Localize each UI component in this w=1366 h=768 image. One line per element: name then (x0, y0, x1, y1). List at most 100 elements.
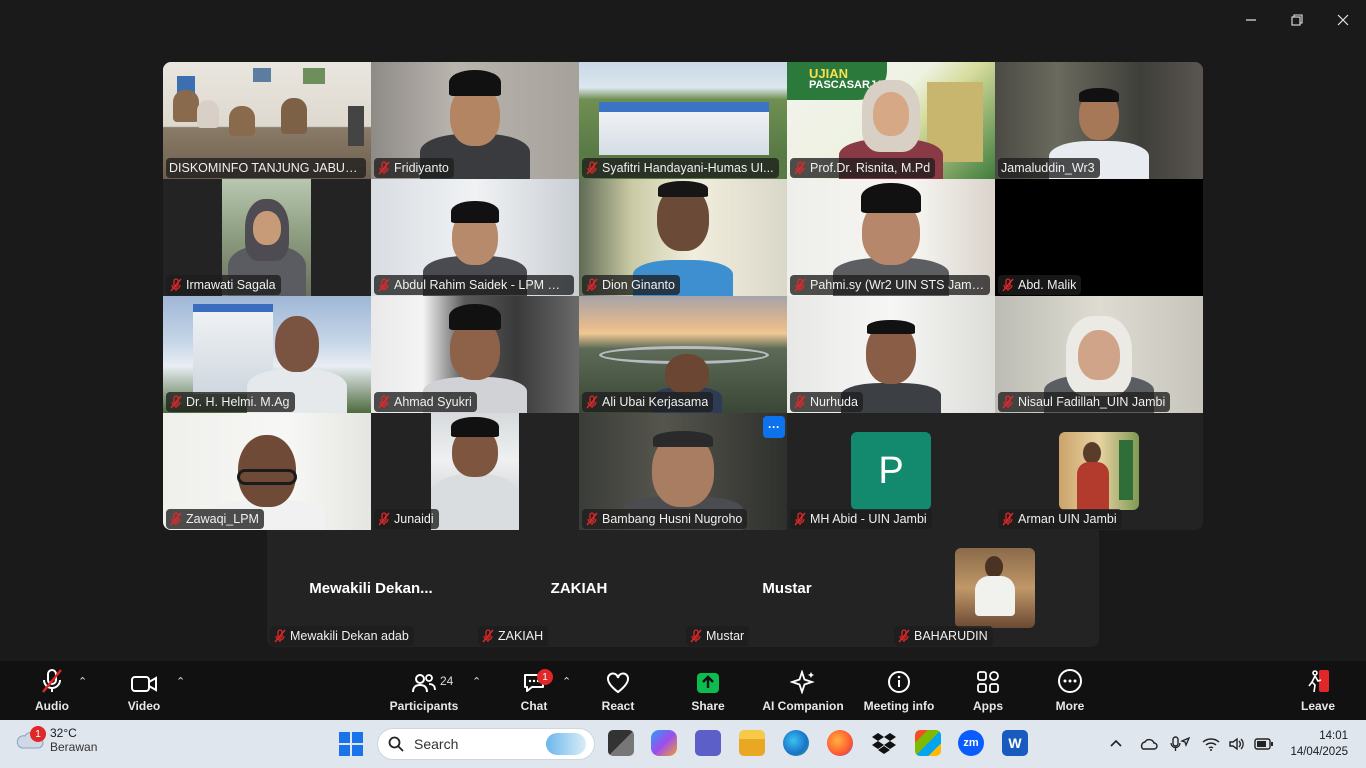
mic-muted-icon (794, 512, 806, 526)
video-tile[interactable]: Junaidi (371, 413, 579, 530)
video-options-caret[interactable]: ⌃ (176, 675, 185, 688)
wifi-icon[interactable] (1202, 736, 1220, 752)
share-button[interactable]: Share (686, 661, 730, 720)
avatar: P (851, 432, 931, 510)
participants-button[interactable]: Participants (388, 661, 460, 720)
dropbox-icon[interactable] (871, 730, 897, 756)
participant-strip: Mewakili Dekan... Mewakili Dekan adab ZA… (267, 530, 1099, 647)
participant-name-tag: Prof.Dr. Risnita, M.Pd (790, 158, 936, 178)
mic-muted-icon (170, 512, 182, 526)
audio-button[interactable]: Audio (30, 661, 74, 720)
mic-muted-icon (1002, 512, 1014, 526)
video-tile[interactable]: BAHARUDIN (891, 530, 1099, 647)
share-screen-icon (697, 673, 719, 693)
participants-options-caret[interactable]: ⌃ (472, 675, 481, 688)
file-explorer-icon[interactable] (739, 730, 765, 756)
firefox-icon[interactable] (827, 730, 853, 756)
chat-unread-badge: 1 (537, 669, 553, 685)
video-gallery: DISKOMINFO TANJUNG JABUNG... Fridiyanto … (163, 62, 1203, 530)
video-tile[interactable]: UJIAN PASCASARJANA Prof.Dr. Risnita, M.P… (787, 62, 995, 179)
video-tile[interactable]: Ali Ubai Kerjasama (579, 296, 787, 413)
participant-name-tag: Fridiyanto (374, 158, 454, 178)
teams-icon[interactable] (695, 730, 721, 756)
edge-browser-icon[interactable] (783, 730, 809, 756)
video-tile[interactable]: DISKOMINFO TANJUNG JABUNG... (163, 62, 371, 179)
participants-label: Participants (389, 699, 459, 713)
restore-button[interactable] (1274, 0, 1320, 40)
participant-display-name: ZAKIAH (550, 580, 608, 597)
video-tile[interactable]: Zawaqi_LPM (163, 413, 371, 530)
video-tile[interactable]: Dion Ginanto (579, 179, 787, 296)
ai-companion-button[interactable]: AI Companion (758, 661, 848, 720)
react-button[interactable]: React (596, 661, 640, 720)
leave-button[interactable]: Leave (1296, 661, 1340, 720)
video-tile[interactable]: Mustar Mustar (683, 530, 891, 647)
mic-muted-icon (378, 395, 390, 409)
close-button[interactable] (1320, 0, 1366, 40)
taskbar-search[interactable]: Search (377, 728, 595, 760)
weather-widget[interactable]: 1 32°C Berawan (14, 726, 97, 754)
microsoft-store-icon[interactable] (915, 730, 941, 756)
volume-icon[interactable] (1228, 736, 1246, 752)
meeting-info-button[interactable]: Meeting info (860, 661, 938, 720)
video-tile[interactable]: ZAKIAH ZAKIAH (475, 530, 683, 647)
system-clock[interactable]: 14:01 14/04/2025 (1290, 728, 1348, 760)
onedrive-cloud-icon[interactable] (1138, 736, 1158, 752)
mic-muted-icon (1002, 395, 1014, 409)
video-tile[interactable]: Mewakili Dekan... Mewakili Dekan adab (267, 530, 475, 647)
participant-name-tag: Syafitri Handayani-Humas UI... (582, 158, 779, 178)
audio-label: Audio (35, 699, 69, 713)
participant-name-tag: BAHARUDIN (894, 626, 993, 646)
video-tile[interactable]: Syafitri Handayani-Humas UI... (579, 62, 787, 179)
search-highlight-icon (546, 733, 586, 755)
video-tile[interactable]: Jamaluddin_Wr3 (995, 62, 1203, 179)
participant-name-tag: Arman UIN Jambi (998, 509, 1122, 529)
more-options-button[interactable]: ··· (763, 416, 785, 438)
window-controls (1228, 0, 1366, 40)
more-dots-icon (1058, 669, 1082, 693)
mic-muted-icon (586, 161, 598, 175)
participant-display-name: Mustar (762, 580, 812, 597)
info-icon (888, 671, 910, 693)
video-tile[interactable]: ··· Bambang Husni Nugroho (579, 413, 787, 530)
participant-name-tag: Abd. Malik (998, 275, 1082, 295)
avatar (955, 548, 1035, 628)
participant-name-tag: Nisaul Fadillah_UIN Jambi (998, 392, 1171, 412)
minimize-button[interactable] (1228, 0, 1274, 40)
more-button[interactable]: More (1048, 661, 1092, 720)
video-tile[interactable]: Nurhuda (787, 296, 995, 413)
video-tile[interactable]: Fridiyanto (371, 62, 579, 179)
video-tile[interactable]: Irmawati Sagala (163, 179, 371, 296)
audio-options-caret[interactable]: ⌃ (78, 675, 87, 688)
mic-muted-icon (690, 629, 702, 643)
react-label: React (601, 699, 635, 713)
video-tile[interactable]: Nisaul Fadillah_UIN Jambi (995, 296, 1203, 413)
participant-name-tag: ZAKIAH (478, 626, 549, 646)
video-button[interactable]: Video (122, 661, 166, 720)
task-view-icon[interactable] (608, 730, 634, 756)
zoom-app-icon[interactable]: zm (958, 730, 984, 756)
battery-icon[interactable] (1254, 737, 1274, 751)
video-tile[interactable]: Ahmad Syukri (371, 296, 579, 413)
participant-display-name: Mewakili Dekan... (309, 580, 433, 597)
video-tile[interactable]: Dr. H. Helmi. M.Ag (163, 296, 371, 413)
location-mic-icon[interactable] (1170, 735, 1190, 753)
participant-name-tag: DISKOMINFO TANJUNG JABUNG... (166, 158, 366, 178)
video-tile[interactable]: P MH Abid - UIN Jambi (787, 413, 995, 530)
mic-muted-icon (170, 395, 182, 409)
chevron-up-icon[interactable] (1108, 736, 1124, 752)
copilot-icon[interactable] (651, 730, 677, 756)
video-tile[interactable]: Abd. Malik (995, 179, 1203, 296)
participant-name-tag: Dr. H. Helmi. M.Ag (166, 392, 295, 412)
mic-muted-icon (170, 278, 182, 292)
apps-button[interactable]: Apps (966, 661, 1010, 720)
video-tile[interactable]: Abdul Rahim Saidek - LPM UI... (371, 179, 579, 296)
leave-label: Leave (1300, 699, 1336, 713)
more-label: More (1055, 699, 1085, 713)
chat-options-caret[interactable]: ⌃ (562, 675, 571, 688)
leave-door-icon (1308, 670, 1329, 693)
word-app-icon[interactable]: W (1002, 730, 1028, 756)
video-tile[interactable]: Arman UIN Jambi (995, 413, 1203, 530)
start-button[interactable] (339, 732, 363, 756)
video-tile[interactable]: Pahmi.sy (Wr2 UIN STS Jambi) (787, 179, 995, 296)
